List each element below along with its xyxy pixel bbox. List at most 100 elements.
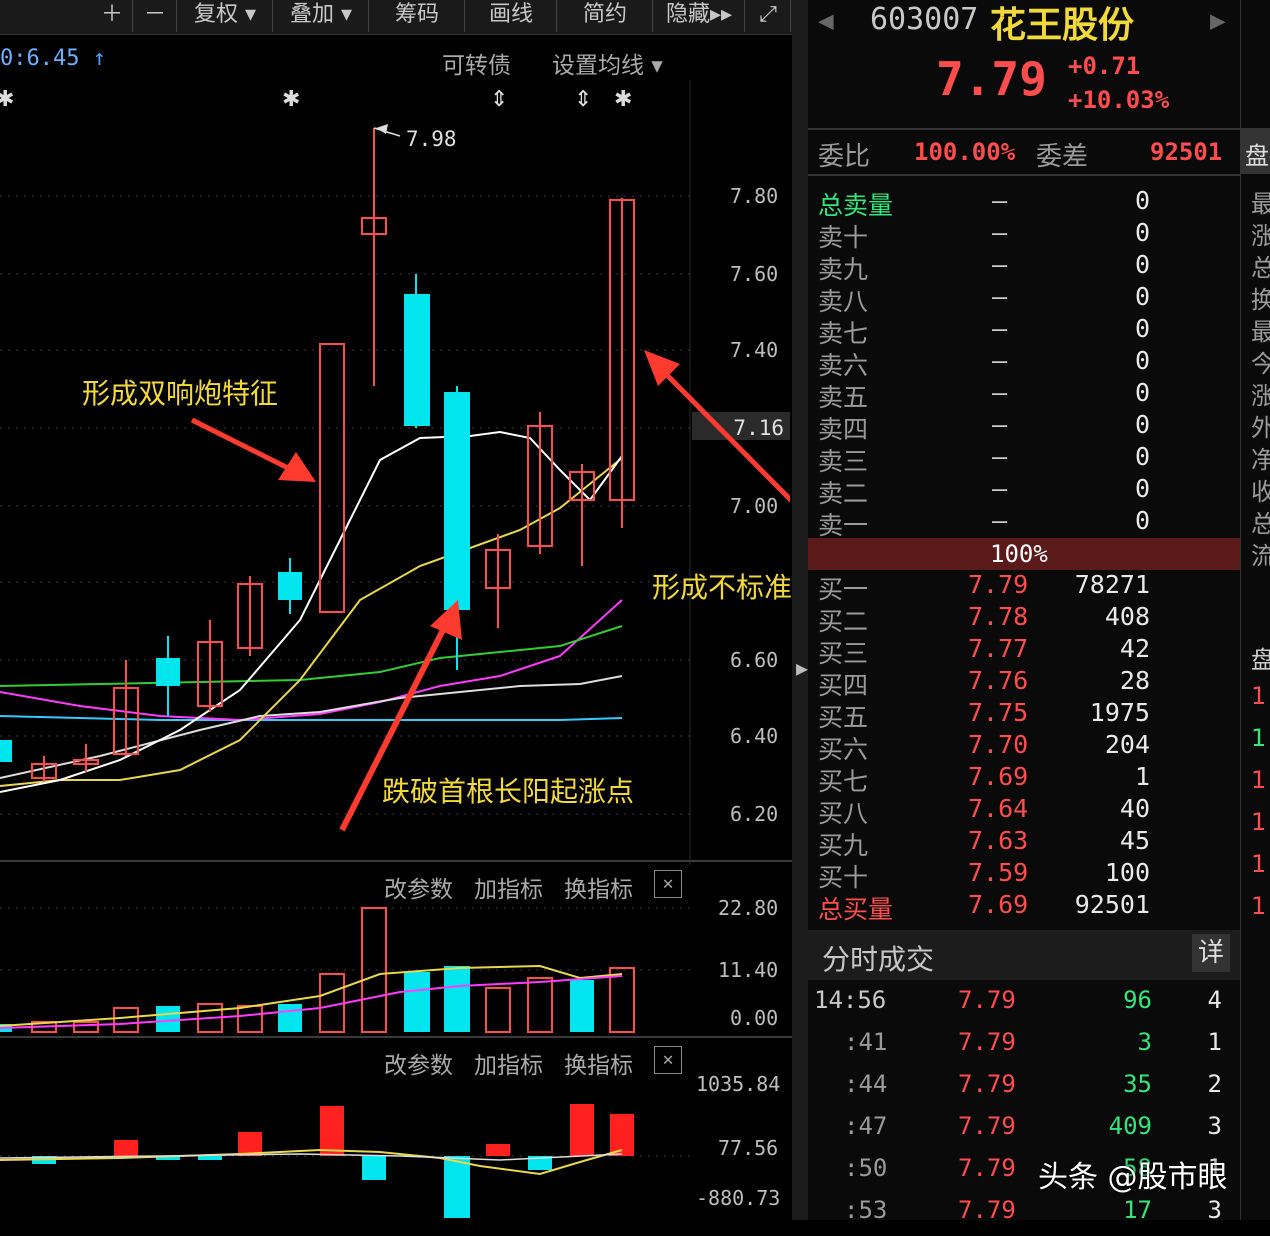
macd-chart [0,1104,690,1218]
zoom-out-button[interactable]: － [134,0,177,32]
trade-price: 7.79 [958,1154,1016,1182]
order-price: — [992,282,1008,311]
buy-order-row[interactable]: 买二 7.78 408 [808,602,1240,636]
event-marker-icon[interactable]: ⇕ [574,87,592,112]
stat-value: 1 [1251,766,1267,794]
macd-switch-indicator-button[interactable]: 换指标 [564,1046,633,1080]
event-marker-icon[interactable]: ✱ [614,87,632,112]
candlestick-chart: ✱ ✱ ⇕ ⇕ ✱ [0,80,790,865]
candle[interactable] [156,658,180,686]
trade-count: 1 [1207,1028,1222,1056]
candle[interactable] [0,740,12,762]
buy-order-row[interactable]: 买八 7.64 40 [808,794,1240,828]
order-level-label: 买十 [818,863,869,892]
hide-button[interactable]: 隐藏▸▸ [654,0,745,32]
event-marker-icon[interactable]: ✱ [0,87,14,112]
draw-line-button[interactable]: 画线 [466,0,557,32]
order-volume: 78271 [1074,570,1150,599]
volume-change-params-button[interactable]: 改参数 [384,870,453,904]
sell-order-row[interactable]: 总卖量 — 0 [808,186,1240,220]
order-price: 7.59 [968,858,1029,887]
buy-order-row[interactable]: 买一 7.79 78271 [808,570,1240,604]
simple-button[interactable]: 简约 [558,0,653,32]
stat-label: 净 [1251,446,1270,474]
order-price: — [992,410,1008,439]
collapse-arrow-icon[interactable]: ▶ [796,656,808,680]
zoom-in-button[interactable]: ＋ [92,0,133,32]
order-price: 7.78 [968,602,1029,631]
chips-button[interactable]: 筹码 [370,0,465,32]
candle[interactable] [278,572,302,600]
stat-label: 涨 [1251,382,1270,410]
order-level-label: 买三 [818,639,869,668]
fuquan-dropdown[interactable]: 复权 ▾ [178,0,273,32]
buy-order-row[interactable]: 买五 7.75 1975 [808,698,1240,732]
order-level-label: 卖七 [818,319,869,348]
trade-price: 7.79 [958,1070,1016,1098]
sell-order-row[interactable]: 卖一 — 0 [808,506,1240,540]
order-level-label: 卖十 [818,223,869,252]
sell-order-row[interactable]: 卖七 — 0 [808,314,1240,348]
fullscreen-icon[interactable]: ⤢ [746,0,791,32]
volume-add-indicator-button[interactable]: 加指标 [474,870,543,904]
order-volume: 0 [1134,410,1150,439]
buy-order-row[interactable]: 买四 7.76 28 [808,666,1240,700]
volume-switch-indicator-button[interactable]: 换指标 [564,870,633,904]
candle[interactable] [444,392,470,610]
stat-value: 1 [1251,808,1267,836]
next-stock-icon[interactable]: ▶ [1210,6,1226,36]
buy-order-row[interactable]: 买六 7.70 204 [808,730,1240,764]
convertible-bond-link[interactable]: 可转债 [442,46,511,80]
pan-tab[interactable]: 盘 [1241,128,1270,174]
order-price: — [992,186,1008,215]
pan-tab-label: 盘 [1245,142,1269,170]
macd-add-indicator-button[interactable]: 加指标 [474,1046,543,1080]
order-volume: 0 [1134,186,1150,215]
overlay-dropdown[interactable]: 叠加 ▾ [274,0,369,32]
macd-change-params-button[interactable]: 改参数 [384,1046,453,1080]
candle[interactable] [404,294,430,426]
weicha-label: 委差 [1036,142,1089,172]
order-level-label: 卖五 [818,383,869,412]
sell-order-row[interactable]: 卖六 — 0 [808,346,1240,380]
prev-stock-icon[interactable]: ◀ [818,6,834,36]
panel-splitter[interactable] [792,0,808,1220]
order-volume: 28 [1119,666,1150,695]
event-marker-icon[interactable]: ✱ [282,87,300,112]
order-price: 7.77 [968,634,1029,663]
order-level-label: 总买量 [818,895,894,924]
trade-row: :47 7.79 409 3 [808,1112,1240,1152]
buy-order-row[interactable]: 买十 7.59 100 [808,858,1240,892]
sell-order-row[interactable]: 卖五 — 0 [808,378,1240,412]
sell-order-row[interactable]: 卖四 — 0 [808,410,1240,444]
buy-order-row[interactable]: 买九 7.63 45 [808,826,1240,860]
sell-order-row[interactable]: 卖二 — 0 [808,474,1240,508]
sell-order-row[interactable]: 卖九 — 0 [808,250,1240,284]
trade-volume: 35 [1123,1070,1152,1098]
watermark: 头条 @股市眼 [1038,1160,1228,1195]
annotation-break-below: 跌破首根长阳起涨点 [382,775,635,808]
divider [808,174,1240,176]
buy-order-row[interactable]: 买七 7.69 1 [808,762,1240,796]
trades-detail-button[interactable]: 详 [1192,934,1230,972]
sell-order-row[interactable]: 卖十 — 0 [808,218,1240,252]
macd-close-icon[interactable]: ✕ [654,1046,682,1074]
buy-order-row[interactable]: 买三 7.77 42 [808,634,1240,668]
order-price: 7.64 [968,794,1029,823]
volume-close-icon[interactable]: ✕ [654,870,682,898]
sell-order-row[interactable]: 卖八 — 0 [808,282,1240,316]
order-volume: 204 [1104,730,1150,759]
stat-label: 外 [1251,414,1270,442]
trade-row: :41 7.79 3 1 [808,1028,1240,1068]
order-price: 7.76 [968,666,1029,695]
order-level-label: 买九 [818,831,869,860]
buy-order-row[interactable]: 总买量 7.69 92501 [808,890,1240,924]
stat-label: 总 [1251,254,1270,282]
ma-line-cyan [0,715,623,721]
trade-row: 14:56 7.79 96 4 [808,986,1240,1026]
event-marker-icon[interactable]: ⇕ [490,87,508,112]
order-ratio-bar: 100% [808,538,1240,570]
stock-name: 花王股份 [990,5,1135,46]
sell-order-row[interactable]: 卖三 — 0 [808,442,1240,476]
set-ma-dropdown[interactable]: 设置均线 ▾ [552,46,663,80]
